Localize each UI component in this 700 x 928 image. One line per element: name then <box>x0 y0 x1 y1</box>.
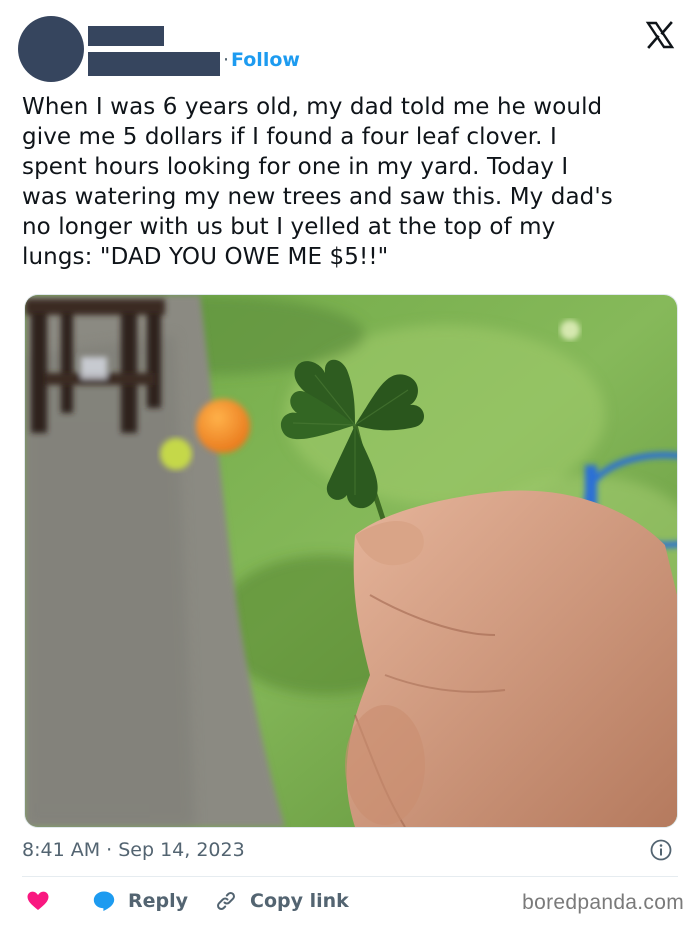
reply-button[interactable]: Reply <box>92 888 188 914</box>
follow-label: Follow <box>231 49 300 71</box>
link-icon <box>217 892 235 910</box>
copy-link-button[interactable]: Copy link <box>214 888 349 914</box>
reply-label: Reply <box>128 890 189 912</box>
redacted-display-name <box>88 26 164 46</box>
x-logo-icon[interactable] <box>645 20 675 50</box>
follow-button[interactable]: · Follow <box>223 49 300 71</box>
tweet-text: When I was 6 years old, my dad told me h… <box>22 94 613 270</box>
tweet-timestamp[interactable]: 8:41 AM · Sep 14, 2023 <box>22 839 245 861</box>
avatar[interactable] <box>18 16 84 82</box>
separator-dot: · <box>223 49 230 71</box>
tweet-date: Sep 14, 2023 <box>118 839 245 861</box>
divider <box>22 876 678 877</box>
info-icon[interactable] <box>650 839 672 861</box>
tweet-time: 8:41 AM <box>22 839 101 861</box>
watermark: boredpanda.com <box>522 891 684 914</box>
redacted-handle <box>88 52 220 76</box>
reply-bubble-icon <box>93 891 115 911</box>
like-button[interactable] <box>26 888 50 914</box>
tweet-photo[interactable] <box>24 294 678 828</box>
tweet-card: · Follow When I was 6 years old, my dad t… <box>0 0 700 928</box>
heart-icon <box>27 891 49 910</box>
copy-link-label: Copy link <box>250 890 349 912</box>
